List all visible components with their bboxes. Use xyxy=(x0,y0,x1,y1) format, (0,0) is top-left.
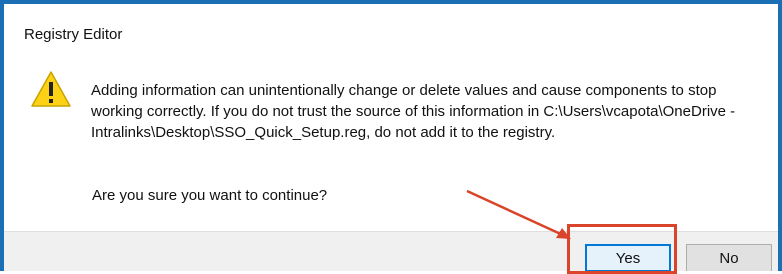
dialog-title: Registry Editor xyxy=(24,26,123,43)
dialog-question: Are you sure you want to continue? xyxy=(92,187,328,204)
annotation-highlight-box xyxy=(567,224,677,274)
no-button[interactable]: No xyxy=(686,244,772,271)
dialog-message: Adding information can unintentionally c… xyxy=(91,82,736,141)
warning-triangle-icon xyxy=(31,71,71,107)
